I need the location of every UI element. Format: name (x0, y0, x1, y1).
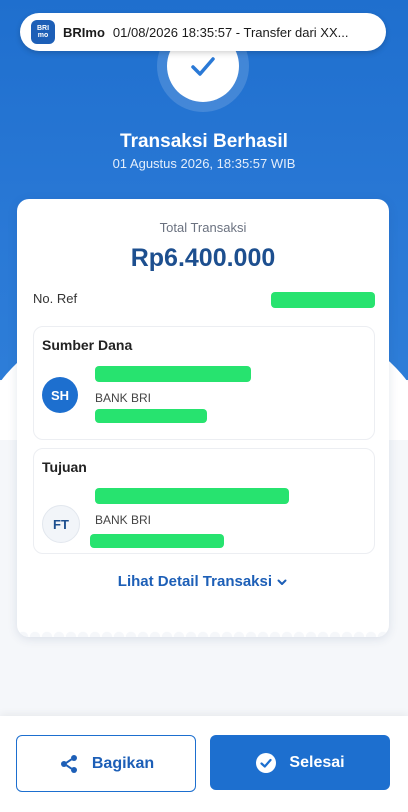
view-transaction-detail-link[interactable]: Lihat Detail Transaksi (17, 573, 389, 590)
destination-account-redacted (90, 534, 224, 548)
source-of-funds-card: Sumber Dana SH BANK BRI (33, 326, 375, 440)
destination-bank: BANK BRI (95, 513, 152, 527)
done-button-label: Selesai (289, 753, 345, 771)
source-avatar: SH (42, 377, 78, 413)
notification-message: 01/08/2026 18:35:57 - Transfer dari XX..… (112, 24, 349, 40)
brimo-app-icon: BRI mo (31, 20, 55, 44)
total-amount: Rp6.400.000 (130, 244, 276, 272)
share-button[interactable]: Bagikan (16, 735, 196, 792)
page-title: Transaksi Berhasil (120, 131, 288, 152)
source-account-redacted (95, 409, 207, 423)
transaction-datetime: 01 Agustus 2026, 18:35:57 WIB (112, 156, 296, 171)
done-button[interactable]: Selesai (210, 735, 390, 790)
notification-banner[interactable]: BRI mo BRImo 01/08/2026 18:35:57 - Trans… (20, 13, 386, 51)
destination-title: Tujuan (42, 459, 87, 475)
destination-card: Tujuan FT BANK BRI (33, 448, 375, 554)
receipt-torn-edge (17, 629, 389, 637)
bottom-action-bar: Bagikan Selesai (0, 716, 408, 812)
receipt-card: Total Transaksi Rp6.400.000 No. Ref Sumb… (17, 199, 389, 637)
check-circle-icon (255, 752, 277, 774)
destination-avatar: FT (42, 505, 80, 543)
share-button-label: Bagikan (91, 754, 155, 772)
total-label: Total Transaksi (159, 220, 247, 235)
check-icon (191, 57, 215, 76)
source-name-redacted (95, 366, 251, 382)
destination-name-redacted (95, 488, 289, 504)
chevron-down-icon (277, 579, 287, 586)
notification-app-name: BRImo (63, 24, 105, 40)
share-icon (58, 753, 80, 775)
detail-link-label: Lihat Detail Transaksi (117, 573, 273, 590)
ref-label: No. Ref (33, 291, 78, 306)
ref-value-redacted (271, 292, 375, 308)
source-bank: BANK BRI (95, 391, 152, 405)
source-title: Sumber Dana (42, 337, 133, 353)
